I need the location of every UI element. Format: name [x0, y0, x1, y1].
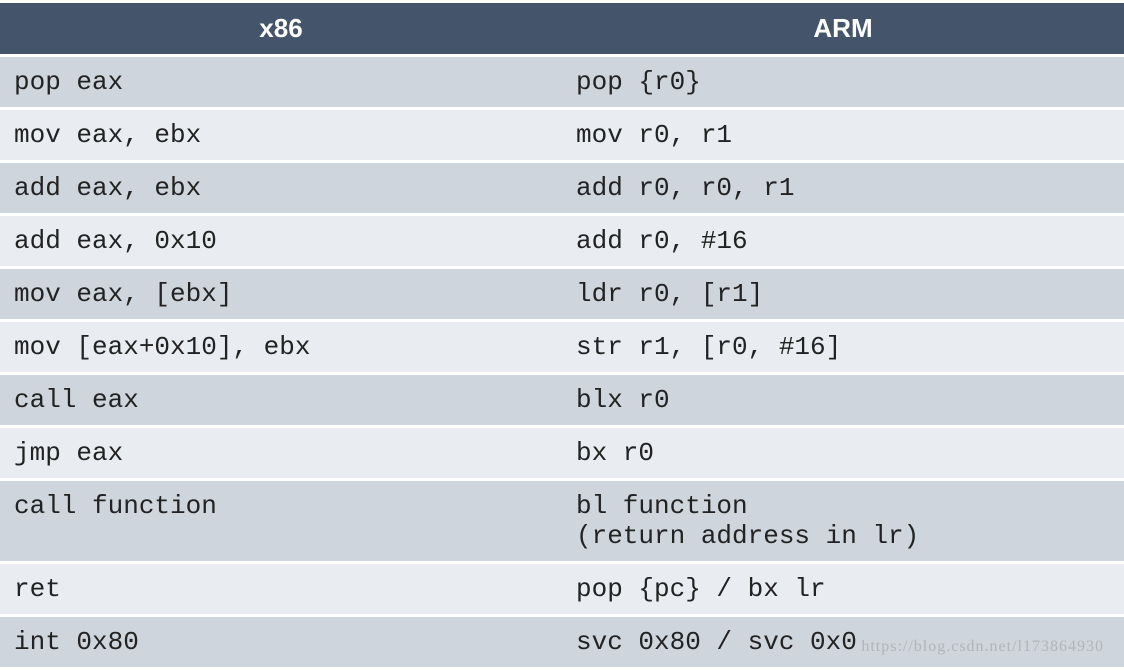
cell-x86: call eax: [0, 375, 562, 425]
table-row: pop eax pop {r0}: [0, 57, 1124, 107]
header-arm: ARM: [562, 3, 1124, 54]
cell-arm: bx r0: [562, 428, 1124, 478]
cell-arm: add r0, #16: [562, 216, 1124, 266]
cell-arm: pop {pc} / bx lr: [562, 564, 1124, 614]
cell-x86: pop eax: [0, 57, 562, 107]
table-header-row: x86 ARM: [0, 3, 1124, 54]
cell-x86: mov eax, [ebx]: [0, 269, 562, 319]
table-row: mov [eax+0x10], ebx str r1, [r0, #16]: [0, 322, 1124, 372]
cell-arm: mov r0, r1: [562, 110, 1124, 160]
cell-x86: jmp eax: [0, 428, 562, 478]
table-row: mov eax, [ebx] ldr r0, [r1]: [0, 269, 1124, 319]
table-row: add eax, 0x10 add r0, #16: [0, 216, 1124, 266]
table-row: int 0x80 svc 0x80 / svc 0x0: [0, 617, 1124, 667]
cell-arm: pop {r0}: [562, 57, 1124, 107]
cell-x86: add eax, 0x10: [0, 216, 562, 266]
header-x86: x86: [0, 3, 562, 54]
cell-arm: ldr r0, [r1]: [562, 269, 1124, 319]
cell-arm: svc 0x80 / svc 0x0: [562, 617, 1124, 667]
cell-arm: bl function (return address in lr): [562, 481, 1124, 561]
table-row: ret pop {pc} / bx lr: [0, 564, 1124, 614]
table-row: call eax blx r0: [0, 375, 1124, 425]
cell-x86: int 0x80: [0, 617, 562, 667]
cell-x86: mov [eax+0x10], ebx: [0, 322, 562, 372]
table-row: jmp eax bx r0: [0, 428, 1124, 478]
instruction-comparison-table: x86 ARM pop eax pop {r0} mov eax, ebx mo…: [0, 0, 1124, 670]
cell-arm: str r1, [r0, #16]: [562, 322, 1124, 372]
cell-arm: blx r0: [562, 375, 1124, 425]
table-row: call function bl function (return addres…: [0, 481, 1124, 561]
cell-x86: add eax, ebx: [0, 163, 562, 213]
cell-x86: ret: [0, 564, 562, 614]
cell-x86: call function: [0, 481, 562, 561]
cell-x86: mov eax, ebx: [0, 110, 562, 160]
table-row: mov eax, ebx mov r0, r1: [0, 110, 1124, 160]
cell-arm: add r0, r0, r1: [562, 163, 1124, 213]
table-row: add eax, ebx add r0, r0, r1: [0, 163, 1124, 213]
